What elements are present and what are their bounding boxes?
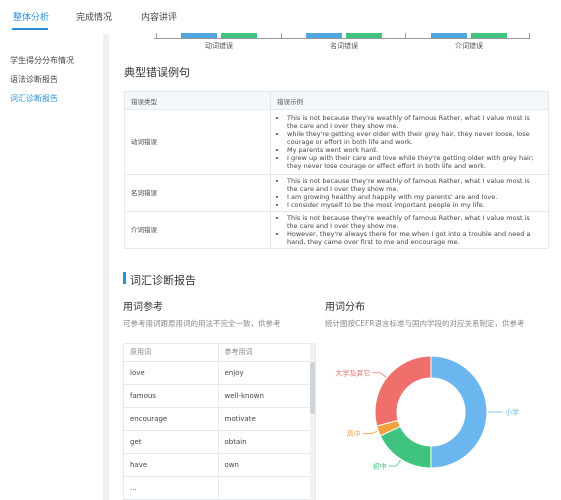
reference-word-cell: enjoy xyxy=(218,361,312,385)
active-tab-indicator xyxy=(12,28,48,30)
word-reference-note: 可参考用词跟原用词的用法不完全一致，供参考 xyxy=(123,319,281,328)
tab-completion[interactable]: 完成情况 xyxy=(76,10,112,23)
error-section-title: 典型错误例句 xyxy=(124,66,190,79)
table-row: 名词错误 This is not because they're weathly… xyxy=(124,174,549,212)
axis-label-prep: 介词错误 xyxy=(455,42,483,50)
original-word-cell: encourage xyxy=(124,407,219,431)
reference-word-cell: own xyxy=(218,453,312,477)
bar-prep-series2 xyxy=(471,33,507,38)
word-reference-table-container[interactable]: 原用词 参考用词 love enjoy famous well-known enco… xyxy=(123,343,316,500)
table-scrollbar-thumb[interactable] xyxy=(310,362,315,414)
section-accent-bar xyxy=(123,272,126,284)
error-type-cell: 动词错误 xyxy=(124,109,271,175)
donut-label: 小学 xyxy=(505,408,519,417)
tab-content-review[interactable]: 内容讲评 xyxy=(141,10,177,23)
donut-slice xyxy=(430,355,488,469)
example-sentence: I am growing healthy and happily with my… xyxy=(287,193,542,201)
bar-verb-series1 xyxy=(181,33,217,38)
vocab-section-title: 词汇诊断报告 xyxy=(130,274,196,287)
error-examples-cell: This is not because they're weathly of f… xyxy=(270,211,549,249)
error-examples-cell: This is not because they're weathly of f… xyxy=(270,109,549,175)
sidebar-item-score-distribution[interactable]: 学生得分分布情况 xyxy=(10,55,74,66)
axis-tick xyxy=(156,33,157,39)
axis-tick xyxy=(529,33,530,39)
table-header-row: 原用词 参考用词 xyxy=(124,344,312,362)
table-header-row: 错误类型 错误示例 xyxy=(124,91,549,110)
example-sentence: This is not because they're weathly of f… xyxy=(287,177,542,193)
axis-label-noun: 名词错误 xyxy=(330,42,358,50)
error-examples-table: 错误类型 错误示例 动词错误 This is not because they'… xyxy=(124,91,549,249)
original-word-cell: ... xyxy=(124,476,219,499)
column-header-type: 错误类型 xyxy=(124,91,271,110)
original-word-cell: love xyxy=(124,361,219,385)
bar-prep-series1 xyxy=(431,33,467,38)
word-distribution-title: 用词分布 xyxy=(325,302,365,313)
donut-leader-line xyxy=(362,430,378,435)
example-sentence: I consider myself to be the most importa… xyxy=(287,201,542,209)
reference-word-cell xyxy=(218,476,312,499)
table-row: famous well-known xyxy=(124,384,312,408)
donut-leader-line xyxy=(388,459,401,467)
table-row: 动词错误 This is not because they're weathly… xyxy=(124,109,549,175)
table-row: love enjoy xyxy=(124,361,312,385)
bar-verb-series2 xyxy=(221,33,257,38)
example-sentence: This is not because they're weathly of f… xyxy=(287,114,542,130)
table-row: 介词错误 This is not because they're weathly… xyxy=(124,211,549,249)
top-tab-bar: 整体分析 完成情况 内容讲评 xyxy=(0,0,561,34)
table-row: encourage motivate xyxy=(124,407,312,431)
word-distribution-note: 统计图按CEFR语言标准与国内学段的对应关系制定，供参考 xyxy=(325,319,525,328)
example-sentence: I grew up with their care and love while… xyxy=(287,154,542,170)
donut-label: 高中 xyxy=(347,429,361,438)
column-header-reference-word: 参考用词 xyxy=(218,344,312,362)
sidebar-item-vocab-report[interactable]: 词汇诊断报告 xyxy=(10,93,58,104)
sidebar-divider xyxy=(103,34,109,500)
axis-tick xyxy=(281,33,282,39)
reference-word-cell: well-known xyxy=(218,384,312,408)
original-word-cell: famous xyxy=(124,384,219,408)
donut-leader-line xyxy=(372,372,387,378)
error-type-cell: 名词错误 xyxy=(124,174,271,212)
donut-slice xyxy=(374,355,432,427)
axis-label-verb: 动词错误 xyxy=(205,42,233,50)
sidebar: 学生得分分布情况 语法诊断报告 词汇诊断报告 xyxy=(0,34,103,500)
axis-tick xyxy=(405,33,406,39)
word-reference-table: 原用词 参考用词 love enjoy famous well-known enco… xyxy=(124,344,312,499)
original-word-cell: have xyxy=(124,453,219,477)
error-type-cell: 介词错误 xyxy=(124,211,271,249)
bar-noun-series1 xyxy=(306,33,342,38)
example-sentence: My parents went work hard. xyxy=(287,146,542,154)
donut-label: 初中 xyxy=(373,462,387,471)
bar-noun-series2 xyxy=(346,33,382,38)
word-reference-title: 用词参考 xyxy=(123,302,163,313)
tab-overall-analysis[interactable]: 整体分析 xyxy=(13,10,49,23)
table-row: ... xyxy=(124,476,312,499)
example-sentence: However, they're always there for me whe… xyxy=(287,230,542,246)
donut-label: 大学及其它 xyxy=(335,368,370,377)
example-sentence: This is not because they're weathly of f… xyxy=(287,214,542,230)
column-header-original-word: 原用词 xyxy=(124,344,219,362)
original-word-cell: get xyxy=(124,430,219,454)
sidebar-item-grammar-report[interactable]: 语法诊断报告 xyxy=(10,74,58,85)
reference-word-cell: obtain xyxy=(218,430,312,454)
column-header-examples: 错误示例 xyxy=(270,91,549,110)
reference-word-cell: motivate xyxy=(218,407,312,431)
example-sentence: while they're getting ever older with th… xyxy=(287,130,542,146)
axis-line xyxy=(154,38,530,39)
word-distribution-donut-chart: 小学初中 高中 大学及其它 xyxy=(335,355,519,471)
error-examples-cell: This is not because they're weathly of f… xyxy=(270,174,549,212)
table-row: get obtain xyxy=(124,430,312,454)
table-row: have own xyxy=(124,453,312,477)
